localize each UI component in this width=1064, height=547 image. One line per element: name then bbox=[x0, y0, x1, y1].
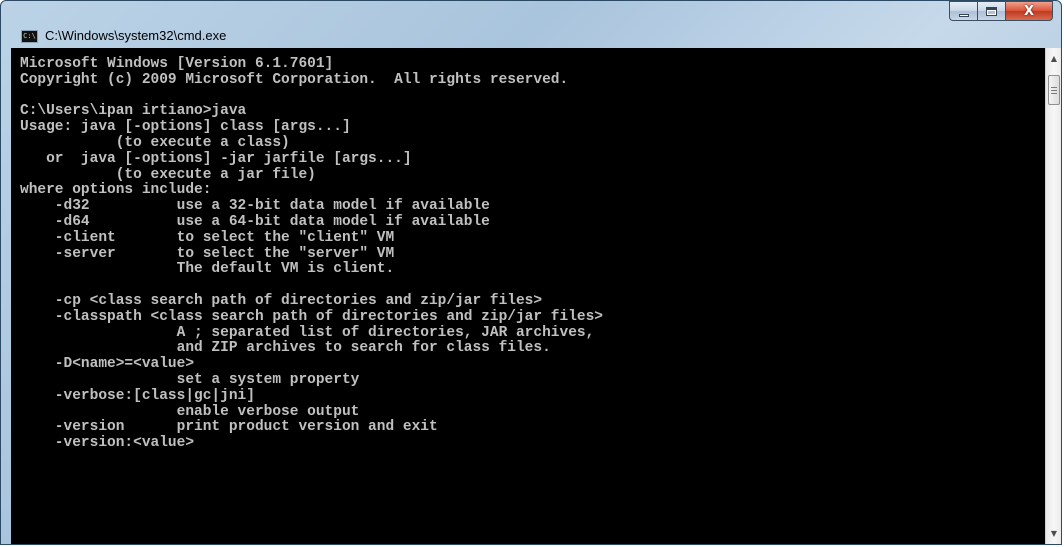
console-line: A ; separated list of directories, JAR a… bbox=[20, 324, 595, 341]
console-line: -classpath <class search path of directo… bbox=[20, 308, 603, 325]
console-line: -cp <class search path of directories an… bbox=[20, 292, 543, 309]
console-line: -version:<value> bbox=[20, 435, 195, 452]
console-line: -D<name>=<value> bbox=[20, 356, 195, 373]
console-line: -client to select the "client" VM bbox=[20, 229, 395, 246]
console-line: -verbose:[class|gc|jni] bbox=[20, 387, 255, 404]
console-line: -d64 use a 64-bit data model if availabl… bbox=[20, 213, 490, 230]
close-button[interactable]: X bbox=[1005, 1, 1053, 21]
console-line: Microsoft Windows [Version 6.1.7601] bbox=[20, 56, 334, 72]
console-line: The default VM is client. bbox=[20, 261, 395, 278]
cmd-icon[interactable]: C:\ bbox=[21, 30, 38, 43]
console-line: Usage: java [-options] class [args...] bbox=[20, 119, 351, 136]
maximize-icon bbox=[986, 6, 997, 16]
caption-buttons: X bbox=[949, 1, 1053, 23]
minimize-button[interactable] bbox=[949, 1, 977, 21]
close-icon: X bbox=[1023, 3, 1035, 19]
console-line: C:\Users\ipan irtiano>java bbox=[20, 103, 247, 120]
console-line: (to execute a class) bbox=[20, 134, 290, 151]
maximize-button[interactable] bbox=[977, 1, 1005, 21]
minimize-icon bbox=[958, 13, 969, 17]
console-line: -version print product version and exit bbox=[20, 419, 438, 436]
console-line: and ZIP archives to search for class fil… bbox=[20, 340, 551, 357]
console-line: -server to select the "server" VM bbox=[20, 245, 395, 262]
console-output[interactable]: Microsoft Windows [Version 6.1.7601] Cop… bbox=[11, 48, 1045, 544]
console-text: Microsoft Windows [Version 6.1.7601] Cop… bbox=[11, 48, 1045, 452]
scroll-thumb[interactable] bbox=[1048, 75, 1060, 105]
scroll-up-icon[interactable]: ▲ bbox=[1046, 50, 1061, 67]
title-bar[interactable]: C:\ C:\Windows\system32\cmd.exe X bbox=[1, 1, 1061, 47]
console-line: Copyright (c) 2009 Microsoft Corporation… bbox=[20, 71, 569, 88]
scroll-down-icon[interactable]: ▼ bbox=[1046, 525, 1061, 542]
console-line: where options include: bbox=[20, 182, 212, 199]
grip-icon bbox=[1051, 86, 1057, 94]
console-line: (to execute a jar file) bbox=[20, 166, 316, 183]
console-line: set a system property bbox=[20, 371, 360, 388]
console-line: or java [-options] -jar jarfile [args...… bbox=[20, 150, 412, 167]
vertical-scrollbar[interactable]: ▲ ▼ bbox=[1045, 48, 1061, 544]
console-line: -d32 use a 32-bit data model if availabl… bbox=[20, 198, 490, 215]
console-window: C:\ C:\Windows\system32\cmd.exe X Micros… bbox=[0, 0, 1062, 545]
console-line: enable verbose output bbox=[20, 403, 360, 420]
window-title: C:\Windows\system32\cmd.exe bbox=[45, 28, 227, 43]
